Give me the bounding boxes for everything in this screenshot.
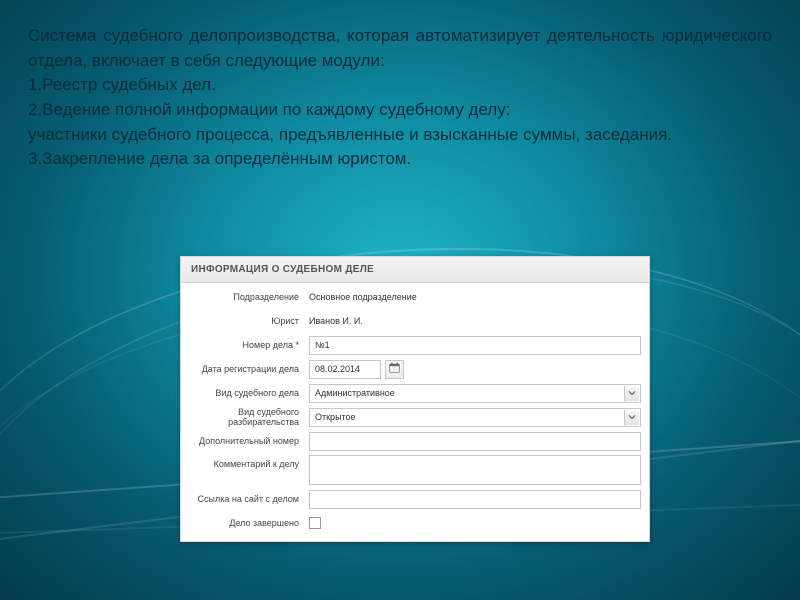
form-header: ИНФОРМАЦИЯ О СУДЕБНОМ ДЕЛЕ xyxy=(181,257,649,283)
label-lawyer: Юрист xyxy=(181,316,309,326)
label-unit: Подразделение xyxy=(181,292,309,302)
chevron-down-icon xyxy=(624,410,639,425)
value-lawyer: Иванов И. И. xyxy=(309,316,641,326)
case-number-input[interactable] xyxy=(309,336,641,355)
value-unit: Основное подразделение xyxy=(309,292,641,302)
label-site-link: Ссылка на сайт с делом xyxy=(181,494,309,504)
row-lawyer: Юрист Иванов И. И. xyxy=(181,309,649,333)
bullet-line: участники судебного процесса, предъявлен… xyxy=(28,123,772,148)
label-additional-number: Дополнительный номер xyxy=(181,436,309,446)
row-case-closed: Дело завершено xyxy=(181,511,649,535)
label-proc-kind: Вид судебного разбирательства xyxy=(181,407,309,427)
calendar-icon xyxy=(389,362,400,376)
proc-kind-value: Открытое xyxy=(315,412,356,422)
proc-kind-select[interactable]: Открытое xyxy=(309,408,641,427)
row-site-link: Ссылка на сайт с делом xyxy=(181,487,649,511)
site-link-input[interactable] xyxy=(309,490,641,509)
row-proc-kind: Вид судебного разбирательства Открытое xyxy=(181,405,649,429)
calendar-button[interactable] xyxy=(385,360,404,379)
chevron-down-icon xyxy=(624,386,639,401)
label-case-number: Номер дела * xyxy=(181,340,309,350)
row-reg-date: Дата регистрации дела xyxy=(181,357,649,381)
row-additional-number: Дополнительный номер xyxy=(181,429,649,453)
intro-paragraph: Система судебного делопроизводства, кото… xyxy=(28,24,772,73)
label-case-closed: Дело завершено xyxy=(181,518,309,528)
additional-number-input[interactable] xyxy=(309,432,641,451)
row-case-number: Номер дела * xyxy=(181,333,649,357)
case-closed-checkbox[interactable] xyxy=(309,517,321,529)
case-kind-select[interactable]: Административное xyxy=(309,384,641,403)
bullet-line: 1.Реестр судебных дел. xyxy=(28,73,772,98)
bullet-line: 3.Закрепление дела за определённым юрист… xyxy=(28,147,772,172)
row-comment: Комментарий к делу xyxy=(181,453,649,487)
required-marker: * xyxy=(295,340,299,350)
label-comment: Комментарий к делу xyxy=(181,455,309,469)
label-case-kind: Вид судебного дела xyxy=(181,388,309,398)
row-case-kind: Вид судебного дела Административное xyxy=(181,381,649,405)
row-unit: Подразделение Основное подразделение xyxy=(181,285,649,309)
reg-date-input[interactable] xyxy=(309,360,381,379)
bullet-line: 2.Ведение полной информации по каждому с… xyxy=(28,98,772,123)
label-reg-date: Дата регистрации дела xyxy=(181,364,309,374)
slide-text-block: Система судебного делопроизводства, кото… xyxy=(28,24,772,172)
comment-textarea[interactable] xyxy=(309,455,641,485)
case-form-panel: ИНФОРМАЦИЯ О СУДЕБНОМ ДЕЛЕ Подразделение… xyxy=(180,256,650,542)
form-body: Подразделение Основное подразделение Юри… xyxy=(181,283,649,541)
case-kind-value: Административное xyxy=(315,388,395,398)
